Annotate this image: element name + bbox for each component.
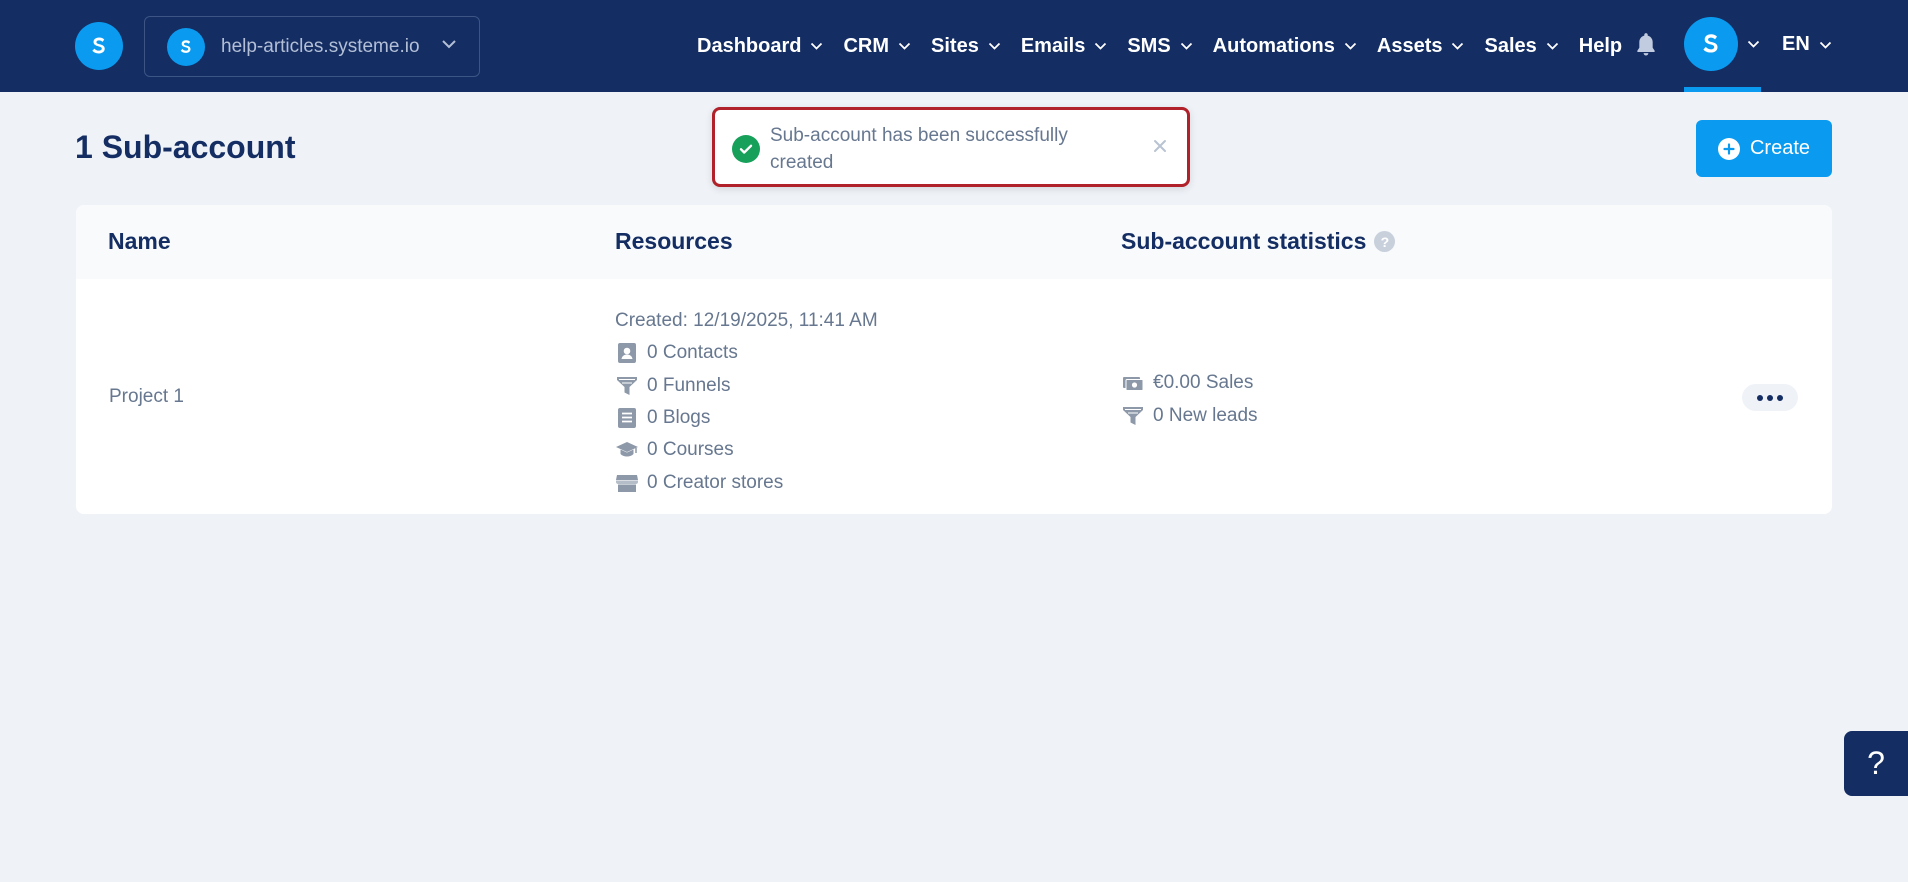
resource-text: 0 Creator stores xyxy=(647,471,784,493)
create-button-label: Create xyxy=(1749,137,1811,159)
resource-text: 0 Courses xyxy=(647,439,734,461)
nav-item-label: Assets xyxy=(1376,34,1443,57)
money-icon xyxy=(1123,377,1144,392)
nav-item-label: SMS xyxy=(1127,34,1171,57)
chevron-down-icon xyxy=(898,42,911,50)
language-label: EN xyxy=(1782,33,1810,55)
chevron-down-icon xyxy=(1819,41,1832,49)
chevron-down-icon xyxy=(810,42,823,50)
nav-item-label: CRM xyxy=(843,34,890,57)
question-mark-icon[interactable]: ? xyxy=(1374,231,1396,252)
close-icon[interactable] xyxy=(1151,137,1169,155)
row-actions-button[interactable] xyxy=(1742,384,1798,411)
nav-item-emails[interactable]: Emails xyxy=(1021,35,1107,58)
workspace-switcher[interactable]: help-articles.systeme.io xyxy=(144,16,480,77)
stat-text: €0.00 Sales xyxy=(1153,372,1254,394)
resource-contacts: 0 Contacts xyxy=(615,337,878,369)
nav-item-assets[interactable]: Assets xyxy=(1377,35,1465,58)
resources-cell: Created: 12/19/2025, 11:41 AM 0 Contacts… xyxy=(615,305,878,499)
user-menu[interactable] xyxy=(1684,17,1761,92)
sub-account-name: Project 1 xyxy=(109,386,184,407)
statistics-cell: €0.00 Sales 0 New leads xyxy=(1121,367,1258,432)
nav-item-label: Dashboard xyxy=(697,34,802,57)
language-selector[interactable]: EN xyxy=(1782,33,1832,56)
nav-item-label: Emails xyxy=(1020,34,1086,57)
chevron-down-icon xyxy=(1180,42,1193,50)
top-navigation-bar: help-articles.systeme.io Dashboard CRM S… xyxy=(0,0,1908,92)
chevron-down-icon xyxy=(1451,42,1464,50)
nav-item-help[interactable]: Help xyxy=(1579,35,1622,58)
funnel-icon xyxy=(1123,406,1143,425)
workspace-name: help-articles.systeme.io xyxy=(221,35,420,57)
notification-bell-icon[interactable] xyxy=(1633,31,1659,59)
nav-item-label: Automations xyxy=(1212,34,1335,57)
sub-accounts-table: Name Resources Sub-account statistics ? … xyxy=(76,205,1832,514)
nav-item-crm[interactable]: CRM xyxy=(843,35,911,58)
resource-funnels: 0 Funnels xyxy=(615,369,878,401)
created-date: Created: 12/19/2025, 11:41 AM xyxy=(615,310,878,331)
stat-sales: €0.00 Sales xyxy=(1121,367,1258,399)
funnel-icon xyxy=(617,376,637,395)
help-button[interactable]: ? xyxy=(1844,731,1908,796)
chevron-down-icon xyxy=(441,39,457,49)
resource-text: 0 Funnels xyxy=(647,374,731,396)
workspace-logo-icon xyxy=(167,27,205,66)
chevron-down-icon xyxy=(1546,42,1559,50)
nav-item-label: Sales xyxy=(1484,34,1537,57)
active-indicator xyxy=(1684,87,1761,92)
check-circle-icon xyxy=(732,135,760,163)
avatar[interactable] xyxy=(1684,17,1738,71)
stat-new-leads: 0 New leads xyxy=(1121,399,1258,431)
resource-text: 0 Contacts xyxy=(647,342,738,364)
create-button[interactable]: Create xyxy=(1696,120,1832,177)
nav-item-sms[interactable]: SMS xyxy=(1127,35,1192,58)
nav-item-label: Sites xyxy=(931,34,979,57)
table-header: Name Resources Sub-account statistics ? xyxy=(76,205,1832,279)
course-icon xyxy=(616,442,638,457)
stat-text: 0 New leads xyxy=(1153,404,1258,426)
chevron-down-icon[interactable] xyxy=(1747,40,1760,48)
nav-item-sales[interactable]: Sales xyxy=(1484,35,1558,58)
success-toast: Sub-account has been successfully create… xyxy=(712,107,1190,187)
column-header-statistics-label: Sub-account statistics xyxy=(1121,228,1367,254)
page-title: 1 Sub-account xyxy=(75,129,296,165)
store-icon xyxy=(616,474,638,492)
toast-message: Sub-account has been successfully create… xyxy=(770,125,1068,173)
systeme-logo-icon[interactable] xyxy=(75,22,123,70)
resource-blogs: 0 Blogs xyxy=(615,402,878,434)
nav-item-automations[interactable]: Automations xyxy=(1213,35,1357,58)
resource-text: 0 Blogs xyxy=(647,406,711,428)
blog-icon xyxy=(618,407,636,428)
plus-circle-icon xyxy=(1717,137,1740,160)
chevron-down-icon xyxy=(988,42,1001,50)
dot xyxy=(1777,394,1783,401)
column-header-statistics: Sub-account statistics ? xyxy=(1121,228,1396,255)
resource-courses: 0 Courses xyxy=(615,434,878,466)
dot xyxy=(1767,394,1773,401)
column-header-resources: Resources xyxy=(615,228,733,254)
nav-item-sites[interactable]: Sites xyxy=(931,35,1001,58)
dot xyxy=(1757,394,1763,401)
chevron-down-icon xyxy=(1344,42,1357,50)
main-nav: Dashboard CRM Sites Emails SMS Automatio… xyxy=(697,0,1642,92)
contact-icon xyxy=(618,343,636,364)
nav-item-dashboard[interactable]: Dashboard xyxy=(697,35,823,58)
nav-item-label: Help xyxy=(1578,34,1623,57)
resource-creator-stores: 0 Creator stores xyxy=(615,467,878,499)
chevron-down-icon xyxy=(1094,42,1107,50)
column-header-name: Name xyxy=(108,228,171,254)
